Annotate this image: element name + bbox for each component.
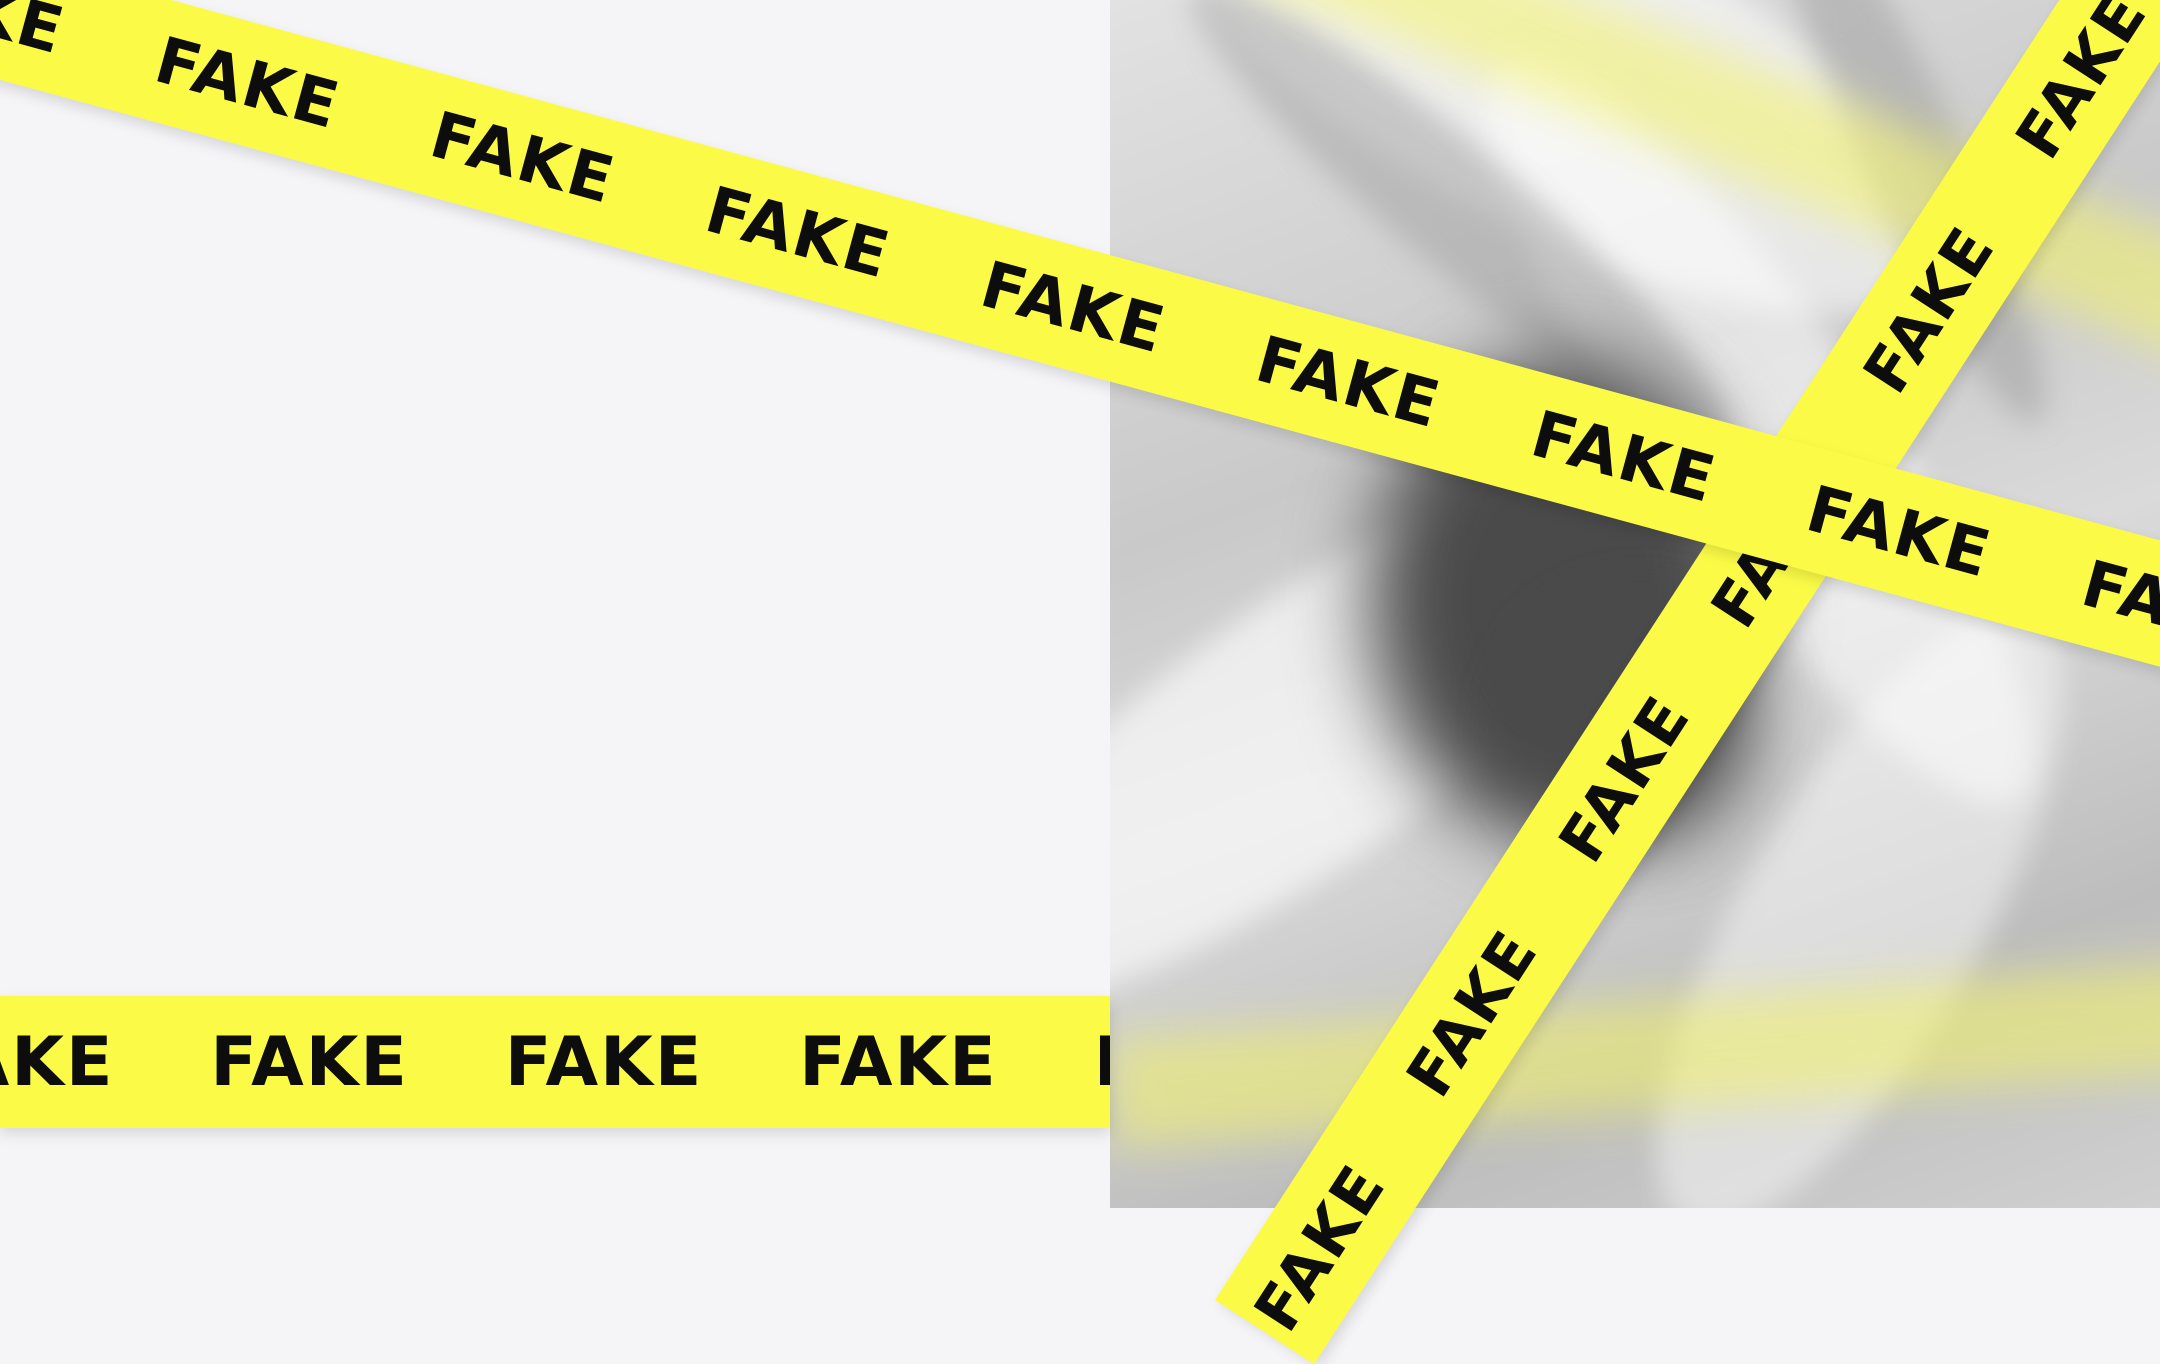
tape-word: FAKE: [504, 1022, 704, 1102]
horizontal-tape: FAKE FAKE FAKE FAKE FAKE: [0, 996, 1110, 1128]
tape-word: FAKE: [697, 173, 898, 294]
tape-word: FAKE: [799, 1022, 998, 1102]
tape-word: FAKE: [210, 1022, 409, 1102]
tape-text-track: FAKE FAKE FAKE FAKE FAKE: [0, 1023, 1110, 1102]
tape-word: FAKE: [0, 1022, 115, 1102]
tape-word: FAKE: [1798, 472, 1999, 593]
tape-word: FAKE: [422, 98, 623, 219]
tape-word: FAKE: [0, 0, 73, 70]
tape-word: FAKE: [1248, 322, 1449, 444]
tape-word: FAKE: [973, 248, 1174, 369]
tape-word: FAKE: [1094, 1023, 1110, 1102]
tape-word: FAKE: [1523, 397, 1724, 519]
tape-word: FAKE: [147, 23, 348, 145]
